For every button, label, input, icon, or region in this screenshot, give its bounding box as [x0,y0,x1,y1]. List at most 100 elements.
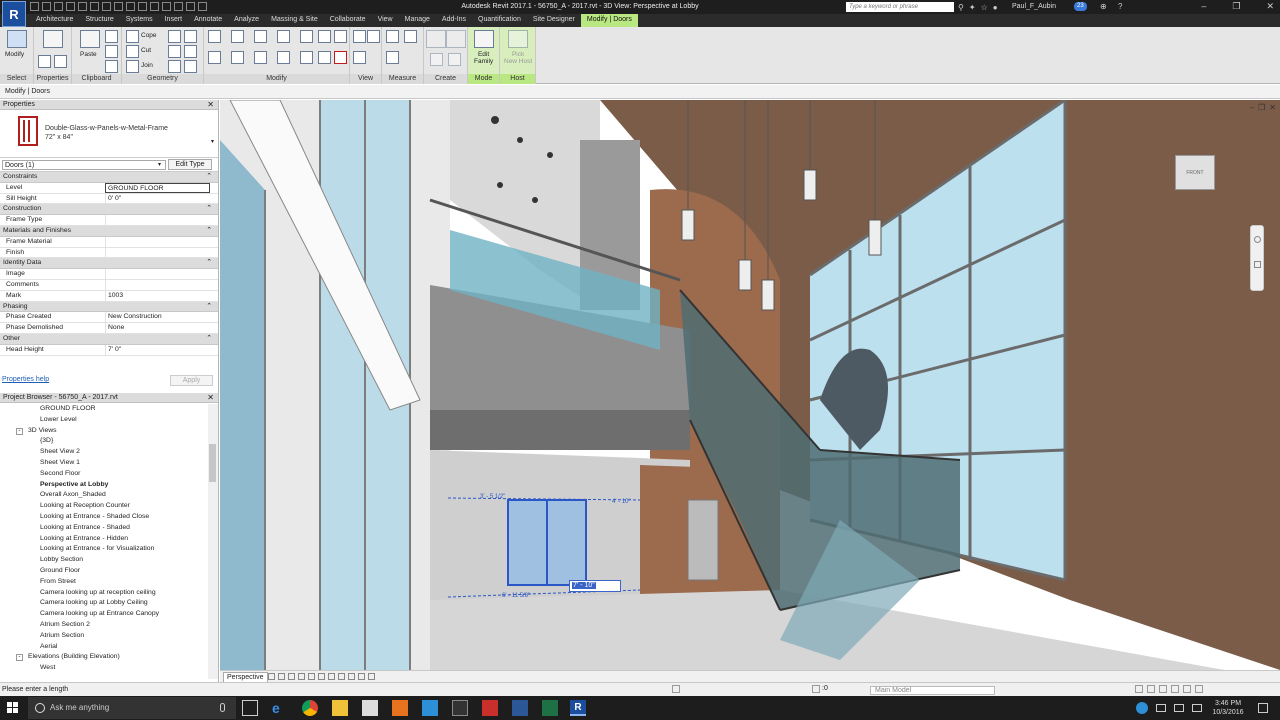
copy-icon[interactable] [105,45,118,58]
application-menu-button[interactable]: R [2,1,26,27]
favorites-icon[interactable]: ☆ [981,3,988,12]
browser-tree-item[interactable]: Camera looking up at Lobby Ceiling [0,598,208,609]
chrome-icon[interactable] [302,700,318,716]
notification-center-icon[interactable] [1258,703,1268,713]
split-icon[interactable] [300,30,313,43]
property-group-header[interactable]: Materials and Finishes ⌃ [0,225,218,237]
dimension-left[interactable]: 3' - 5 1/2" [480,494,505,500]
volume-icon[interactable] [1192,704,1202,712]
binoculars-icon[interactable]: ⚲ [958,3,964,12]
section-icon[interactable] [162,2,171,11]
show-crop-icon[interactable] [328,673,335,680]
property-group-header[interactable]: Identity Data ⌃ [0,258,218,270]
tag-icon[interactable] [126,2,135,11]
browser-tree-item[interactable]: Looking at Entrance - Hidden [0,534,208,545]
ribbon-tab[interactable]: Architecture [30,14,79,27]
demolish-icon[interactable] [168,60,181,73]
windows-start-icon[interactable] [7,702,19,714]
select-underlay-icon[interactable] [1147,685,1155,693]
browser-tree-item[interactable]: Camera looking up at Entrance Canopy [0,609,208,620]
notification-badge[interactable]: 23 [1074,2,1087,11]
detail-level-icon[interactable] [268,673,275,680]
pick-new-host-icon[interactable] [508,30,528,48]
create-similar-icon[interactable] [448,53,461,66]
modify-cursor-icon[interactable] [7,30,27,48]
close-icon[interactable]: ✕ [207,100,214,109]
excel-icon[interactable] [542,700,558,716]
edge-icon[interactable]: e [272,700,288,716]
browser-tree-item[interactable]: Sheet View 1 [0,458,208,469]
minimize-icon[interactable]: – [1201,1,1206,12]
collapse-icon[interactable]: ⌃ [206,204,212,214]
move-icon[interactable] [208,51,221,64]
join-button[interactable]: Join [141,62,153,69]
temporary-hide-icon[interactable] [348,673,355,680]
browser-tree-item[interactable]: From Street [0,577,208,588]
revit-taskbar-icon[interactable]: R [570,700,586,716]
zoom-icon[interactable] [1254,261,1261,268]
browser-tree-item[interactable]: GROUND FLOOR [0,404,208,415]
paint-icon[interactable] [184,45,197,58]
property-value[interactable] [105,279,210,290]
scale-icon[interactable] [318,51,331,64]
project-browser-scrollbar[interactable] [208,404,218,679]
subscription-icon[interactable]: ✦ [969,3,976,12]
file-explorer-icon[interactable] [332,700,348,716]
save-icon[interactable] [42,2,51,11]
rotate-icon[interactable] [254,51,267,64]
restore-icon[interactable]: ❐ [1258,103,1265,112]
instance-filter-select[interactable]: Doors (1) [2,160,166,170]
linework-icon[interactable] [353,51,366,64]
chevron-down-icon[interactable]: ▾ [158,161,161,168]
split-face-icon[interactable] [184,30,197,43]
browser-tree-item[interactable]: Lower Level [0,415,208,426]
user-name[interactable]: Paul_F_Aubin [1012,3,1056,10]
offset-icon[interactable] [231,30,244,43]
help-icon[interactable]: ? [1118,2,1122,11]
match-properties-icon[interactable] [105,60,118,73]
print-icon[interactable] [90,2,99,11]
clock[interactable]: 3:46 PM 10/3/2016 [1208,699,1248,717]
property-value[interactable]: 7' 0" [105,344,210,355]
mirror-axis-icon[interactable] [254,30,267,43]
property-value[interactable] [105,215,210,226]
ribbon-tab[interactable]: Site Designer [527,14,581,27]
minimize-icon[interactable]: – [1250,103,1254,112]
ribbon-tab[interactable]: Collaborate [324,14,372,27]
mirror-draw-icon[interactable] [277,30,290,43]
aligned-dimension-icon[interactable] [386,51,399,64]
battery-icon[interactable] [1156,704,1166,712]
ribbon-tab[interactable]: Quantification [472,14,527,27]
active-workset-select[interactable]: Main Model [870,686,995,695]
close-icon[interactable]: ✕ [1266,1,1274,12]
navigation-bar[interactable] [1250,225,1264,291]
cortana-search-input[interactable]: Ask me anything [28,697,236,719]
cart-icon[interactable]: ⊕ [1100,2,1107,11]
crop-view-icon[interactable] [318,673,325,680]
text-icon[interactable] [138,2,147,11]
property-value[interactable]: 1003 [105,290,210,301]
edit-family-icon[interactable] [474,30,494,48]
join-icon[interactable] [126,60,139,73]
property-group-header[interactable]: Phasing ⌃ [0,301,218,313]
property-group-header[interactable]: Other ⌃ [0,333,218,345]
collapse-icon[interactable]: ⌃ [206,302,212,312]
browser-tree-item[interactable]: West [0,663,208,674]
browser-tree-item[interactable]: Atrium Section 2 [0,620,208,631]
property-value[interactable]: New Construction [105,312,210,323]
user-icon[interactable]: ● [993,3,998,12]
ribbon-tab[interactable]: View [372,14,399,27]
edit-family-button[interactable]: Edit Family [474,51,493,65]
copy-element-icon[interactable] [231,51,244,64]
browser-tree-item[interactable]: Sheet View 2 [0,447,208,458]
paste-icon[interactable] [80,30,100,48]
browser-tree-item[interactable]: Perspective at Lobby [0,480,208,491]
drag-on-selection-icon[interactable] [1183,685,1191,693]
word-icon[interactable] [512,700,528,716]
render-icon[interactable] [308,673,315,680]
temporary-dimension-input[interactable]: 7' - 10" [569,580,621,592]
browser-tree-item[interactable]: Aerial [0,642,208,653]
dimension-bottom[interactable]: 6' - 11 5/8" [502,593,530,599]
browser-tree-item[interactable]: Atrium Section [0,631,208,642]
task-view-icon[interactable] [242,700,258,716]
